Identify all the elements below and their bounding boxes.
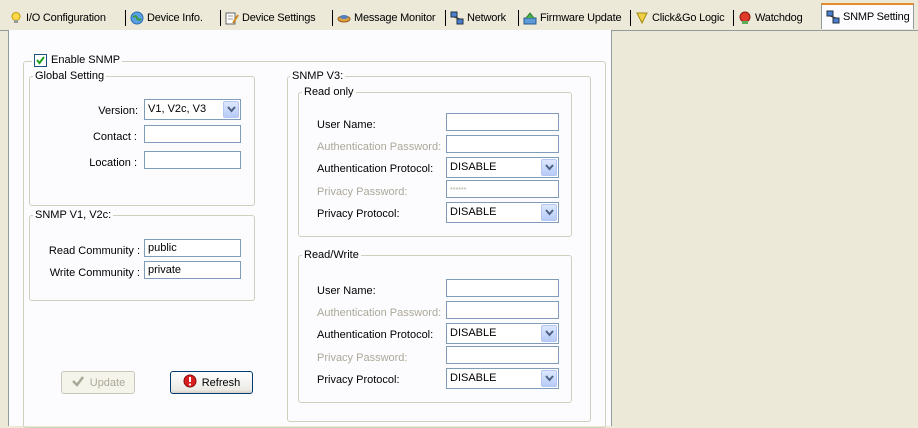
tab-device-settings[interactable]: Device Settings (219, 8, 316, 28)
tab-message-monitor[interactable]: Message Monitor (331, 8, 436, 28)
read-community-label: Read Community : (48, 245, 140, 257)
lightbulb-icon (9, 11, 23, 25)
rw-auth-password-label: Authentication Password: (317, 307, 442, 319)
enable-snmp-legend: Enable SNMP (32, 54, 123, 67)
network-icon (450, 11, 464, 25)
refresh-button[interactable]: Refresh (170, 371, 253, 394)
global-setting-legend: Global Setting (33, 70, 107, 83)
ro-auth-protocol-label: Authentication Protocol: (317, 163, 434, 175)
chevron-down-icon[interactable] (541, 370, 557, 387)
rw-privacy-password-input[interactable] (446, 346, 559, 364)
ro-privacy-password-label: Privacy Password: (317, 186, 408, 198)
chevron-down-icon[interactable] (223, 101, 239, 118)
chevron-down-icon[interactable] (541, 325, 557, 342)
contact-label: Contact : (92, 131, 137, 143)
write-community-label: Write Community : (49, 267, 140, 279)
ro-auth-protocol-select[interactable]: DISABLE (446, 157, 559, 178)
tab-watchdog[interactable]: Watchdog (733, 8, 803, 28)
version-select[interactable]: V1, V2c, V3 (144, 99, 241, 120)
snmp-v3-group: SNMP V3: Read only User Name: Authentica… (287, 70, 591, 422)
rw-privacy-protocol-label: Privacy Protocol: (317, 374, 400, 386)
refresh-icon (183, 374, 197, 391)
version-label: Version: (98, 105, 138, 117)
tab-firmware-update[interactable]: Firmware Update (517, 8, 622, 28)
global-setting-group: Global Setting Version: V1, V2c, V3 Cont… (29, 70, 255, 206)
ro-privacy-protocol-select[interactable]: DISABLE (446, 202, 559, 223)
read-write-group: Read/Write User Name: Authentication Pas… (298, 249, 572, 403)
ro-privacy-protocol-label: Privacy Protocol: (317, 208, 400, 220)
write-community-input[interactable]: private (144, 261, 241, 279)
read-write-legend: Read/Write (302, 249, 361, 262)
tab-io-configuration[interactable]: I/O Configuration (9, 8, 106, 28)
tab-snmp-setting[interactable]: SNMP Setting (821, 3, 915, 29)
snmp-v1v2c-legend: SNMP V1, V2c: (33, 209, 114, 222)
rw-privacy-password-label: Privacy Password: (317, 352, 408, 364)
snmp-icon (826, 10, 840, 24)
location-input[interactable] (144, 151, 241, 169)
tab-device-info[interactable]: Device Info. (125, 8, 203, 28)
snmp-setting-panel: Enable SNMP Global Setting Version: V1, … (8, 30, 612, 428)
firmware-icon (523, 11, 537, 25)
tab-bar: I/O Configuration Device Info. Device Se… (0, 0, 918, 31)
ro-privacy-password-input[interactable]: ****** (446, 180, 559, 198)
location-label: Location : (89, 157, 137, 169)
read-community-input[interactable]: public (144, 239, 241, 257)
update-button[interactable]: Update (61, 371, 135, 394)
enable-snmp-label: Enable SNMP (51, 54, 121, 66)
tab-network[interactable]: Network (445, 8, 506, 28)
ro-auth-password-label: Authentication Password: (317, 141, 442, 153)
tab-clickgo-logic[interactable]: Click&Go Logic (629, 8, 725, 28)
rw-auth-password-input[interactable] (446, 301, 559, 319)
chevron-down-icon[interactable] (541, 204, 557, 221)
rw-auth-protocol-select[interactable]: DISABLE (446, 323, 559, 344)
rw-privacy-protocol-select[interactable]: DISABLE (446, 368, 559, 389)
ro-user-name-label: User Name: (317, 119, 376, 131)
read-only-group: Read only User Name: Authentication Pass… (298, 86, 572, 237)
logic-icon (635, 11, 649, 25)
message-icon (337, 11, 351, 25)
checkmark-icon (36, 56, 45, 65)
snmp-v1v2c-group: SNMP V1, V2c: Read Community : public Wr… (29, 209, 255, 301)
rw-user-name-input[interactable] (446, 279, 559, 297)
rw-auth-protocol-label: Authentication Protocol: (317, 329, 434, 341)
checkmark-icon (71, 375, 85, 390)
rw-user-name-label: User Name: (317, 285, 376, 297)
snmp-v3-legend: SNMP V3: (290, 70, 346, 83)
ro-user-name-input[interactable] (446, 113, 559, 131)
ro-auth-password-input[interactable] (446, 135, 559, 153)
globe-icon (130, 11, 144, 25)
enable-snmp-group: Enable SNMP Global Setting Version: V1, … (23, 54, 606, 428)
chevron-down-icon[interactable] (541, 159, 557, 176)
contact-input[interactable] (144, 125, 241, 143)
watchdog-icon (738, 11, 752, 25)
read-only-legend: Read only (302, 86, 356, 99)
enable-snmp-checkbox[interactable] (34, 54, 47, 67)
device-settings-icon (225, 11, 239, 25)
